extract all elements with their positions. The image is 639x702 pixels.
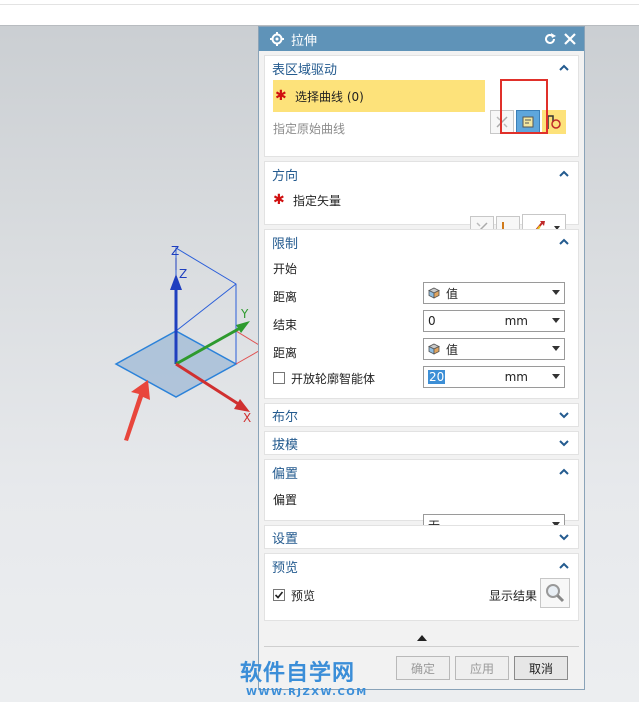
end-type-value: 值 [446,342,459,357]
preview-checkbox[interactable] [273,589,285,601]
section-limits: 限制 开始 值 距离 0 mm 结束 值 距离 20 mm 开放轮廓智能体 [264,229,579,399]
ok-button[interactable]: 确定 [396,656,450,680]
cube-icon [428,287,440,299]
dialog-title: 拉伸 [291,33,318,49]
chevron-down-icon[interactable] [558,531,570,543]
y-axis-label: Y [240,307,249,321]
section-header-preview[interactable]: 预览 [265,554,578,578]
section-draft: 拔模 [264,431,579,455]
section-title: 限制 [272,236,299,252]
annotation-arrow [124,380,150,441]
x-axis-label: X [243,411,251,425]
chevron-down-icon [552,290,560,295]
section-title: 表区域驱动 [272,62,338,78]
distance-end-label: 距离 [273,345,298,360]
section-title: 偏置 [272,466,299,482]
section-title: 预览 [272,560,299,576]
chevron-up-icon[interactable] [558,466,570,478]
distance-end-value: 20 [428,370,446,384]
section-header-draft[interactable]: 拔模 [265,432,578,454]
section-title: 设置 [272,531,299,547]
datum-plane-diagonal [175,283,237,332]
cancel-button[interactable]: 取消 [514,656,568,680]
start-type-value: 值 [446,286,459,301]
open-profile-label: 开放轮廓智能体 [291,371,376,386]
select-curve-field[interactable]: ✱ 选择曲线 (0) [273,80,485,112]
show-result-button[interactable] [540,578,570,608]
required-marker: ✱ [273,192,285,208]
section-title: 布尔 [272,409,299,425]
triangle-up-icon [416,635,427,641]
chevron-up-icon[interactable] [558,62,570,74]
y-axis-arrowhead [236,321,250,333]
section-direction: 方向 ✱ 指定矢量 ... [264,161,579,242]
annotation-highlight-box [500,79,548,134]
watermark-title: 软件自学网 [240,661,356,686]
magnifier-icon [546,584,565,603]
end-label: 结束 [273,317,298,332]
distance-end-input[interactable]: 20 mm [423,366,565,388]
show-result-label: 显示结果 [489,588,538,603]
preview-label: 预览 [291,588,316,603]
close-icon[interactable] [562,31,578,47]
required-marker: ✱ [275,88,287,104]
chevron-up-icon[interactable] [558,168,570,180]
dialog-titlebar: 拉伸 [259,27,584,51]
dialog-divider [264,646,579,647]
section-title: 方向 [272,168,299,184]
distance-start-unit: mm [504,314,528,328]
chevron-down-icon [552,374,560,379]
gear-icon[interactable] [269,31,285,47]
expand-more-button[interactable] [259,631,584,645]
section-title: 拔模 [272,437,299,453]
z-axis-label-inner: Z [179,267,187,281]
section-settings: 设置 [264,525,579,549]
section-boolean: 布尔 [264,403,579,427]
cube-icon [428,343,440,355]
open-profile-checkbox[interactable] [273,372,285,384]
chevron-up-icon[interactable] [558,236,570,248]
watermark-url: WWW.RJZXW.COM [246,687,368,698]
z-axis-label-outer: Z [171,244,179,258]
select-curve-label: 选择曲线 (0) [295,89,364,104]
dialog-buttons: 确定 应用 取消 [396,656,573,680]
distance-start-label: 距离 [273,289,298,304]
chevron-down-icon[interactable] [558,409,570,421]
section-header-direction[interactable]: 方向 [265,162,578,186]
offset-label: 偏置 [273,492,298,507]
chevron-down-icon[interactable] [558,437,570,449]
section-preview: 预览 预览 显示结果 [264,553,579,621]
end-type-select[interactable]: 值 [423,338,565,360]
section-offset: 偏置 偏置 无 [264,459,579,536]
specify-vector-row[interactable]: ✱ 指定矢量 [273,186,570,214]
section-header-offset[interactable]: 偏置 [265,460,578,484]
start-type-select[interactable]: 值 [423,282,565,304]
section-header-boolean[interactable]: 布尔 [265,404,578,426]
chevron-up-icon[interactable] [558,560,570,572]
specify-vector-label: 指定矢量 [293,193,342,208]
section-header-settings[interactable]: 设置 [265,526,578,548]
apply-button[interactable]: 应用 [455,656,509,680]
specify-original-curve-label: 指定原始曲线 [273,121,346,136]
chevron-down-icon [552,318,560,323]
start-label: 开始 [273,261,298,276]
distance-start-value: 0 [428,314,436,328]
chevron-down-icon [552,346,560,351]
section-header-surface-drive[interactable]: 表区域驱动 [265,56,578,80]
watermark: 软件自学网 WWW.RJZXW.COM [240,655,368,698]
reset-icon[interactable] [542,31,558,47]
distance-start-input[interactable]: 0 mm [423,310,565,332]
distance-end-unit: mm [504,370,528,384]
section-header-limits[interactable]: 限制 [265,230,578,254]
